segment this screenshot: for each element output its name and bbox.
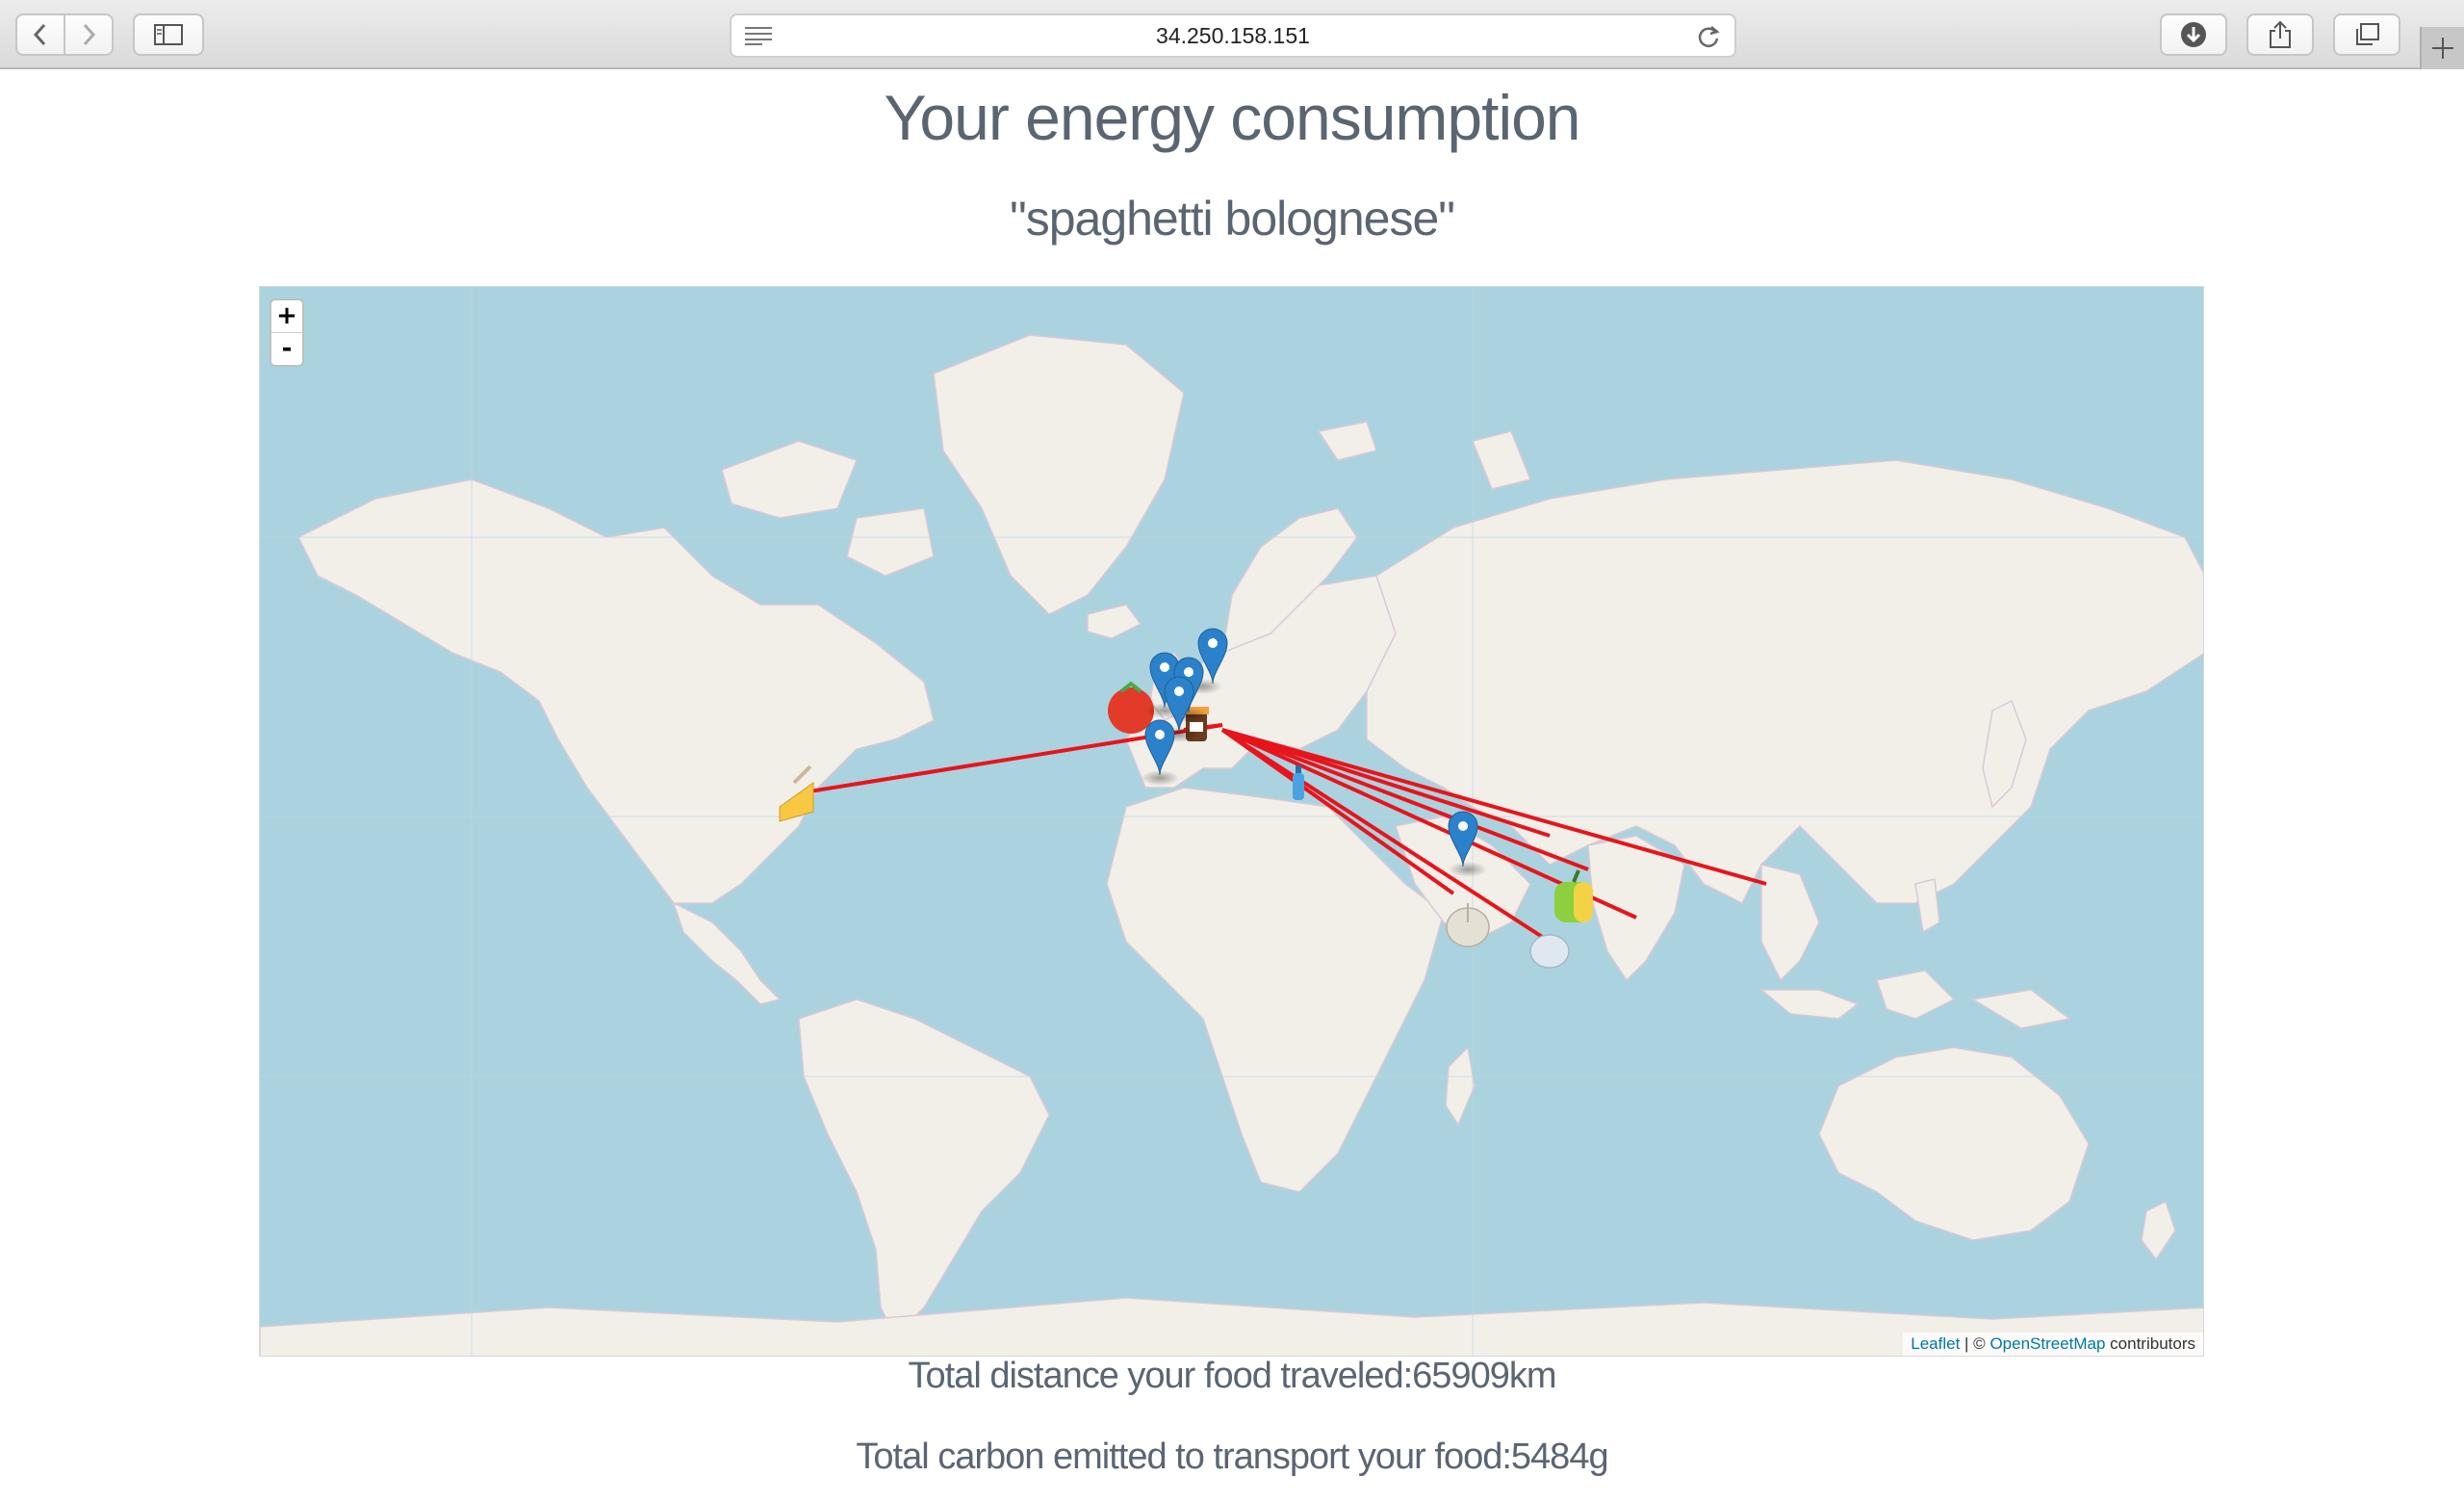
dish-name: "spaghetti bolognese" — [1009, 192, 1455, 246]
address-bar[interactable]: 34.250.158.151 — [730, 13, 1736, 58]
total-distance: Total distance your food traveled:65909k… — [908, 1356, 1557, 1396]
back-icon — [33, 23, 46, 46]
world-map[interactable]: + - Leaflet | © OpenStreetMap contributo… — [259, 286, 2204, 1357]
map-tiles — [260, 287, 2203, 1356]
onion-icon[interactable] — [1529, 934, 1570, 969]
tabs-button[interactable] — [2333, 13, 2400, 56]
zoom-out-button[interactable]: - — [271, 332, 302, 365]
browser-toolbar: 34.250.158.151 — [0, 0, 2464, 69]
share-icon — [2270, 20, 2291, 48]
zoom-control: + - — [270, 298, 304, 367]
attribution-suffix: contributors — [2105, 1334, 2195, 1353]
leaflet-link[interactable]: Leaflet — [1911, 1334, 1960, 1353]
bottle-icon[interactable] — [1293, 765, 1304, 800]
osm-link[interactable]: OpenStreetMap — [1989, 1334, 2105, 1353]
pepper-icon[interactable] — [1554, 869, 1593, 922]
download-button[interactable] — [2160, 13, 2227, 56]
page-title: Your energy consumption — [884, 82, 1580, 153]
forward-button[interactable] — [64, 13, 114, 56]
back-button[interactable] — [15, 13, 65, 56]
zoom-in-button[interactable]: + — [271, 300, 302, 332]
new-tab-icon — [2432, 38, 2453, 59]
download-icon — [2181, 22, 2206, 47]
tabs-icon — [2356, 23, 2379, 45]
map-attribution: Leaflet | © OpenStreetMap contributors — [1903, 1333, 2203, 1356]
new-tab-button[interactable] — [2420, 27, 2464, 69]
sidebar-button[interactable] — [133, 13, 204, 56]
attribution-separator: | © — [1960, 1334, 1990, 1353]
forward-icon — [83, 23, 96, 46]
sidebar-icon — [154, 24, 183, 45]
share-button[interactable] — [2246, 13, 2314, 56]
url-text: 34.250.158.151 — [1156, 23, 1310, 48]
reload-icon[interactable] — [1696, 24, 1721, 49]
total-carbon: Total carbon emitted to transport your f… — [856, 1437, 1608, 1477]
